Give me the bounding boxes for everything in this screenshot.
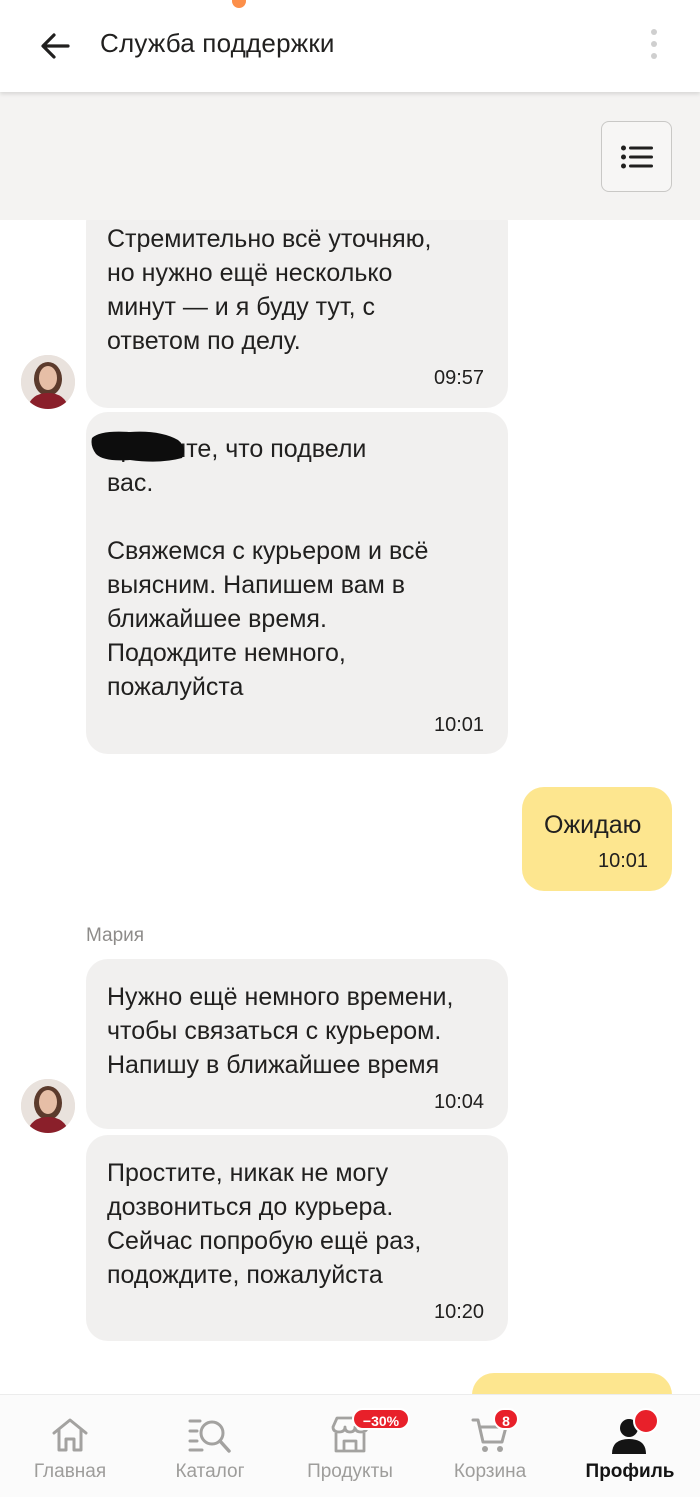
tab-products[interactable]: −30% Продукты [290,1395,410,1497]
page-title: Служба поддержки [100,28,335,58]
back-button[interactable] [36,26,76,66]
tab-label: Главная [33,1461,107,1482]
chat-toolbar [0,92,700,220]
tab-catalog[interactable]: Каталог [150,1395,270,1497]
redacted-name [91,431,185,462]
message-time: 10:20 [434,1301,485,1323]
more-options-button[interactable] [648,26,660,62]
status-indicator [232,0,246,8]
tab-cart[interactable]: 8 Корзина [430,1395,550,1497]
message-time: 09:57 [434,367,485,389]
tab-label: Профиль [585,1461,675,1482]
dot-icon [651,29,657,35]
message-text: Нужно ещё немного времени, чтобы связать… [107,983,454,1079]
message-text: Стремительно всё уточняю, но нужно ещё н… [107,225,432,355]
support-agent-avatar [21,1079,75,1133]
support-agent-avatar [21,355,75,409]
tab-home[interactable]: Главная [10,1395,130,1497]
tab-profile[interactable]: Профиль [570,1395,690,1497]
list-menu-button[interactable] [601,121,672,192]
home-icon [52,1418,88,1452]
message-time: 10:01 [434,714,485,736]
dot-icon [651,53,657,59]
notification-dot [633,1408,659,1434]
message-text: Ожидаю [544,811,642,839]
message-time: 10:01 [598,850,649,872]
bottom-tab-bar: Главная Каталог −30% Продукты 8 Корзина … [0,1394,700,1497]
message-text: Простите, никак не могу дозвониться до к… [107,1159,422,1289]
cart-count-badge: 8 [493,1408,519,1430]
app-header: Служба поддержки [0,0,700,92]
arrow-left-icon [41,33,70,59]
catalog-search-icon [188,1419,231,1453]
discount-badge: −30% [352,1408,410,1430]
sender-name: Мария [86,925,145,946]
dot-icon [651,41,657,47]
tab-label: Каталог [175,1461,245,1482]
tab-label: Продукты [307,1461,393,1482]
list-icon [621,145,653,169]
message-time: 10:04 [434,1091,485,1113]
message-text: простите, что подвели вас. Свяжемся с ку… [107,435,429,701]
tab-label: Корзина [453,1461,527,1482]
